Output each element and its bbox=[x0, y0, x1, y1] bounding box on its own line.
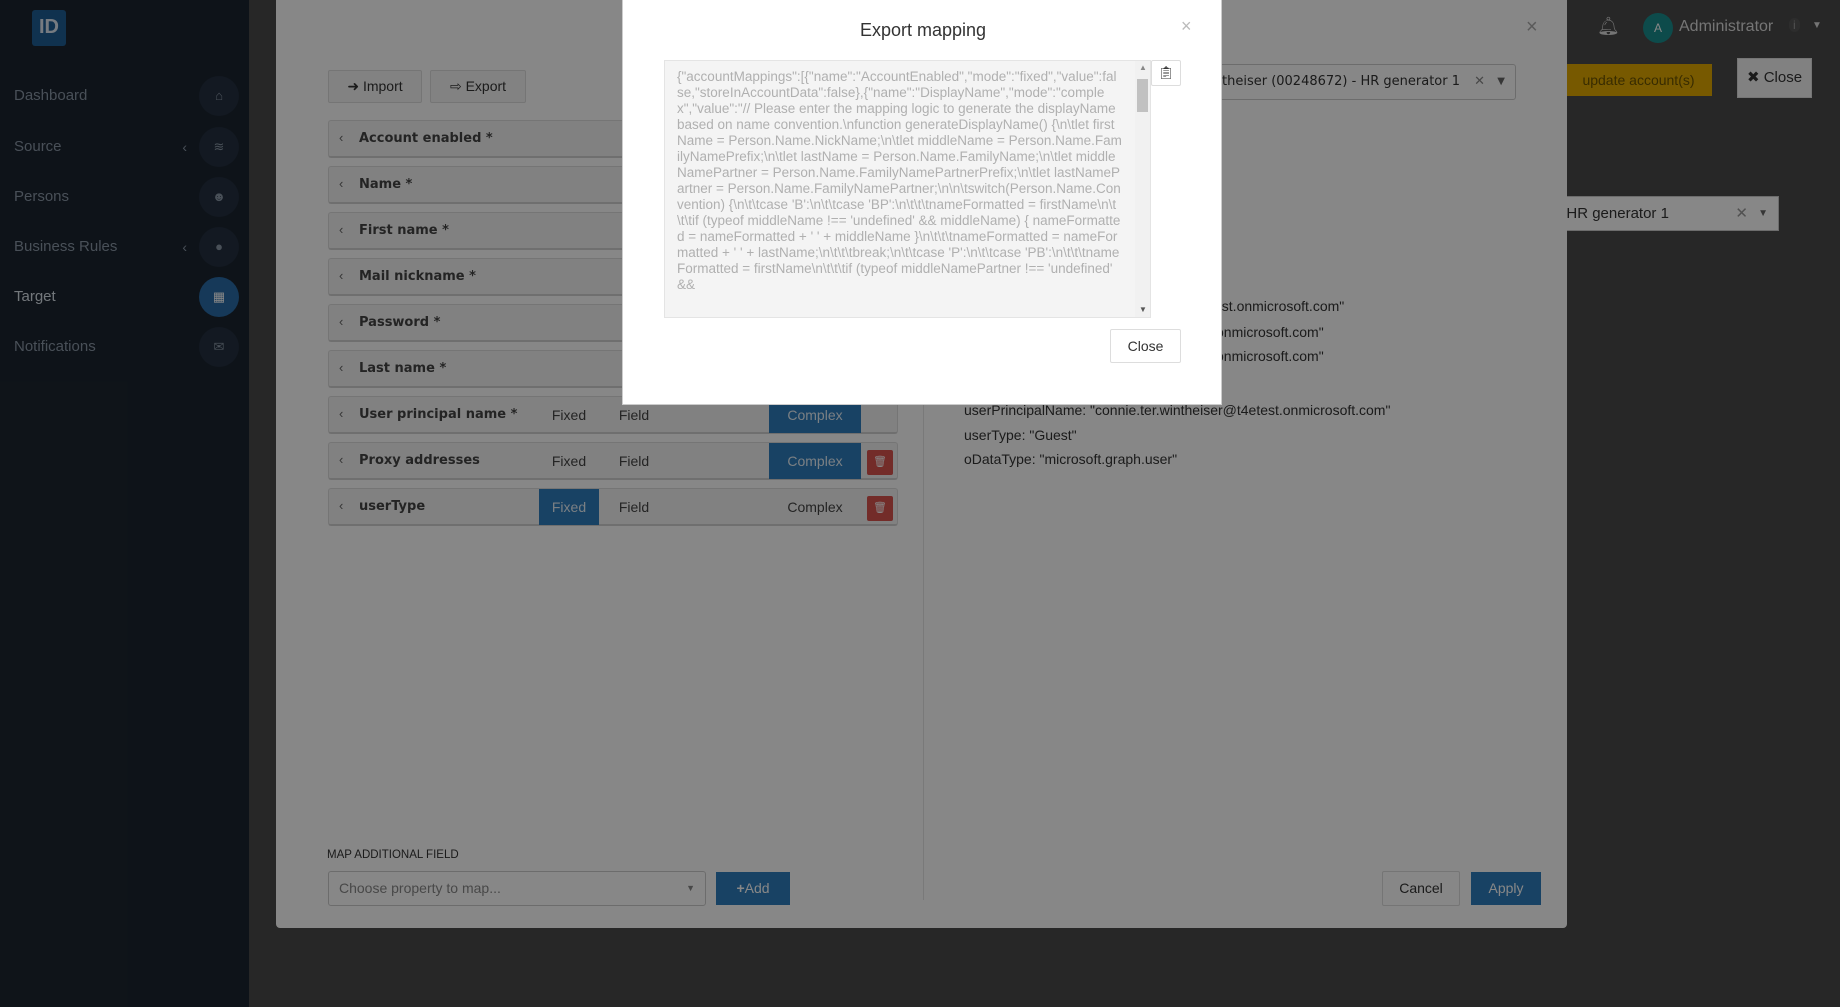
scroll-down-icon[interactable]: ▼ bbox=[1139, 305, 1147, 314]
export-mapping-modal: Export mapping × {"accountMappings":[{"n… bbox=[622, 0, 1222, 405]
modal-close-button[interactable]: Close bbox=[1110, 329, 1181, 363]
export-json-textarea[interactable]: {"accountMappings":[{"name":"AccountEnab… bbox=[664, 60, 1151, 318]
scroll-thumb[interactable] bbox=[1137, 79, 1148, 112]
modal-close-icon[interactable]: × bbox=[1181, 16, 1192, 37]
modal-title: Export mapping bbox=[859, 20, 987, 40]
textarea-scrollbar[interactable]: ▲ ▼ bbox=[1135, 61, 1150, 317]
copy-button[interactable]: 📋︎ bbox=[1151, 60, 1181, 86]
scroll-up-icon[interactable]: ▲ bbox=[1139, 63, 1147, 72]
clipboard-icon: 📋︎ bbox=[1157, 65, 1175, 80]
